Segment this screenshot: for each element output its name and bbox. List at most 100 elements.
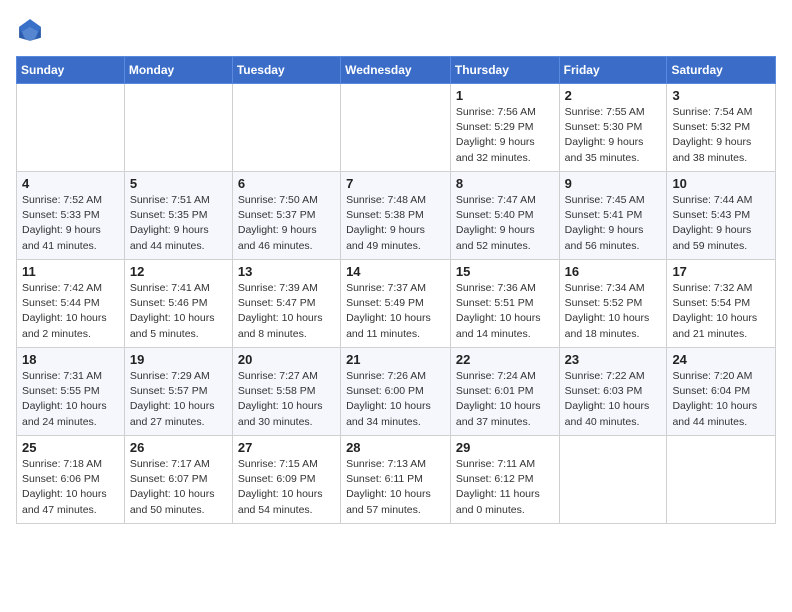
day-number: 17 <box>672 264 770 279</box>
calendar-cell: 9 Sunrise: 7:45 AMSunset: 5:41 PMDaylight… <box>559 172 667 260</box>
day-number: 18 <box>22 352 119 367</box>
day-info: Sunrise: 7:32 AMSunset: 5:54 PMDaylight:… <box>672 281 770 342</box>
day-number: 24 <box>672 352 770 367</box>
calendar-cell: 5 Sunrise: 7:51 AMSunset: 5:35 PMDaylight… <box>124 172 232 260</box>
weekday-header-wednesday: Wednesday <box>341 57 451 84</box>
calendar-cell: 16 Sunrise: 7:34 AMSunset: 5:52 PMDayligh… <box>559 260 667 348</box>
weekday-header-friday: Friday <box>559 57 667 84</box>
day-number: 29 <box>456 440 554 455</box>
day-number: 26 <box>130 440 227 455</box>
day-info: Sunrise: 7:37 AMSunset: 5:49 PMDaylight:… <box>346 281 445 342</box>
day-info: Sunrise: 7:51 AMSunset: 5:35 PMDaylight:… <box>130 193 227 254</box>
calendar-cell: 8 Sunrise: 7:47 AMSunset: 5:40 PMDaylight… <box>450 172 559 260</box>
page-header <box>16 16 776 44</box>
day-info: Sunrise: 7:52 AMSunset: 5:33 PMDaylight:… <box>22 193 119 254</box>
calendar-cell: 3 Sunrise: 7:54 AMSunset: 5:32 PMDaylight… <box>667 84 776 172</box>
day-info: Sunrise: 7:20 AMSunset: 6:04 PMDaylight:… <box>672 369 770 430</box>
calendar-cell <box>341 84 451 172</box>
calendar-cell: 7 Sunrise: 7:48 AMSunset: 5:38 PMDaylight… <box>341 172 451 260</box>
day-number: 6 <box>238 176 335 191</box>
day-info: Sunrise: 7:42 AMSunset: 5:44 PMDaylight:… <box>22 281 119 342</box>
day-info: Sunrise: 7:39 AMSunset: 5:47 PMDaylight:… <box>238 281 335 342</box>
weekday-header-tuesday: Tuesday <box>232 57 340 84</box>
calendar-cell: 21Sunrise: 7:26 AMSunset: 6:00 PMDayligh… <box>341 348 451 436</box>
day-number: 19 <box>130 352 227 367</box>
day-number: 14 <box>346 264 445 279</box>
day-info: Sunrise: 7:34 AMSunset: 5:52 PMDaylight:… <box>565 281 662 342</box>
calendar-cell: 13 Sunrise: 7:39 AMSunset: 5:47 PMDayligh… <box>232 260 340 348</box>
calendar-cell <box>124 84 232 172</box>
logo-icon <box>16 16 44 44</box>
calendar-cell: 2 Sunrise: 7:55 AMSunset: 5:30 PMDaylight… <box>559 84 667 172</box>
day-info: Sunrise: 7:18 AMSunset: 6:06 PMDaylight:… <box>22 457 119 518</box>
day-number: 2 <box>565 88 662 103</box>
day-info: Sunrise: 7:29 AMSunset: 5:57 PMDaylight:… <box>130 369 227 430</box>
day-number: 1 <box>456 88 554 103</box>
day-info: Sunrise: 7:41 AMSunset: 5:46 PMDaylight:… <box>130 281 227 342</box>
day-number: 11 <box>22 264 119 279</box>
day-number: 16 <box>565 264 662 279</box>
day-info: Sunrise: 7:22 AMSunset: 6:03 PMDaylight:… <box>565 369 662 430</box>
day-number: 9 <box>565 176 662 191</box>
day-number: 15 <box>456 264 554 279</box>
weekday-header-thursday: Thursday <box>450 57 559 84</box>
calendar-cell: 19 Sunrise: 7:29 AMSunset: 5:57 PMDayligh… <box>124 348 232 436</box>
day-info: Sunrise: 7:54 AMSunset: 5:32 PMDaylight:… <box>672 105 770 166</box>
day-info: Sunrise: 7:15 AMSunset: 6:09 PMDaylight:… <box>238 457 335 518</box>
weekday-header-sunday: Sunday <box>17 57 125 84</box>
calendar-cell: 24 Sunrise: 7:20 AMSunset: 6:04 PMDayligh… <box>667 348 776 436</box>
calendar-cell: 25 Sunrise: 7:18 AMSunset: 6:06 PMDayligh… <box>17 436 125 524</box>
day-number: 27 <box>238 440 335 455</box>
calendar-cell: 27 Sunrise: 7:15 AMSunset: 6:09 PMDayligh… <box>232 436 340 524</box>
day-number: 13 <box>238 264 335 279</box>
calendar-cell: 12 Sunrise: 7:41 AMSunset: 5:46 PMDayligh… <box>124 260 232 348</box>
calendar-cell <box>559 436 667 524</box>
day-number: 23 <box>565 352 662 367</box>
logo <box>16 16 48 44</box>
calendar-cell: 28 Sunrise: 7:13 AMSunset: 6:11 PMDayligh… <box>341 436 451 524</box>
calendar-cell: 15 Sunrise: 7:36 AMSunset: 5:51 PMDayligh… <box>450 260 559 348</box>
calendar-cell: 26 Sunrise: 7:17 AMSunset: 6:07 PMDayligh… <box>124 436 232 524</box>
day-number: 10 <box>672 176 770 191</box>
day-number: 21 <box>346 352 445 367</box>
calendar-cell: 20 Sunrise: 7:27 AMSunset: 5:58 PMDayligh… <box>232 348 340 436</box>
calendar-cell: 4 Sunrise: 7:52 AMSunset: 5:33 PMDaylight… <box>17 172 125 260</box>
day-number: 28 <box>346 440 445 455</box>
day-info: Sunrise: 7:44 AMSunset: 5:43 PMDaylight:… <box>672 193 770 254</box>
calendar-cell <box>232 84 340 172</box>
calendar-cell: 10 Sunrise: 7:44 AMSunset: 5:43 PMDayligh… <box>667 172 776 260</box>
calendar-cell: 29 Sunrise: 7:11 AMSunset: 6:12 PMDayligh… <box>450 436 559 524</box>
day-info: Sunrise: 7:48 AMSunset: 5:38 PMDaylight:… <box>346 193 445 254</box>
day-info: Sunrise: 7:27 AMSunset: 5:58 PMDaylight:… <box>238 369 335 430</box>
day-info: Sunrise: 7:24 AMSunset: 6:01 PMDaylight:… <box>456 369 554 430</box>
calendar-cell <box>17 84 125 172</box>
day-number: 7 <box>346 176 445 191</box>
day-info: Sunrise: 7:55 AMSunset: 5:30 PMDaylight:… <box>565 105 662 166</box>
day-info: Sunrise: 7:56 AMSunset: 5:29 PMDaylight:… <box>456 105 554 166</box>
calendar-cell: 23 Sunrise: 7:22 AMSunset: 6:03 PMDayligh… <box>559 348 667 436</box>
day-number: 20 <box>238 352 335 367</box>
day-number: 12 <box>130 264 227 279</box>
day-number: 5 <box>130 176 227 191</box>
calendar-cell: 17 Sunrise: 7:32 AMSunset: 5:54 PMDayligh… <box>667 260 776 348</box>
calendar-cell: 6 Sunrise: 7:50 AMSunset: 5:37 PMDaylight… <box>232 172 340 260</box>
calendar-cell: 18 Sunrise: 7:31 AMSunset: 5:55 PMDayligh… <box>17 348 125 436</box>
calendar-cell: 14 Sunrise: 7:37 AMSunset: 5:49 PMDayligh… <box>341 260 451 348</box>
day-info: Sunrise: 7:17 AMSunset: 6:07 PMDaylight:… <box>130 457 227 518</box>
day-info: Sunrise: 7:11 AMSunset: 6:12 PMDaylight:… <box>456 457 554 518</box>
calendar-table: SundayMondayTuesdayWednesdayThursdayFrid… <box>16 56 776 524</box>
day-info: Sunrise: 7:47 AMSunset: 5:40 PMDaylight:… <box>456 193 554 254</box>
day-info: Sunrise: 7:36 AMSunset: 5:51 PMDaylight:… <box>456 281 554 342</box>
day-info: Sunrise: 7:50 AMSunset: 5:37 PMDaylight:… <box>238 193 335 254</box>
calendar-cell: 22 Sunrise: 7:24 AMSunset: 6:01 PMDayligh… <box>450 348 559 436</box>
calendar-cell <box>667 436 776 524</box>
day-info: Sunrise: 7:45 AMSunset: 5:41 PMDaylight:… <box>565 193 662 254</box>
day-number: 4 <box>22 176 119 191</box>
day-number: 3 <box>672 88 770 103</box>
day-info: Sunrise: 7:31 AMSunset: 5:55 PMDaylight:… <box>22 369 119 430</box>
day-number: 8 <box>456 176 554 191</box>
weekday-header-saturday: Saturday <box>667 57 776 84</box>
day-info: Sunrise: 7:13 AMSunset: 6:11 PMDaylight:… <box>346 457 445 518</box>
day-number: 25 <box>22 440 119 455</box>
day-number: 22 <box>456 352 554 367</box>
